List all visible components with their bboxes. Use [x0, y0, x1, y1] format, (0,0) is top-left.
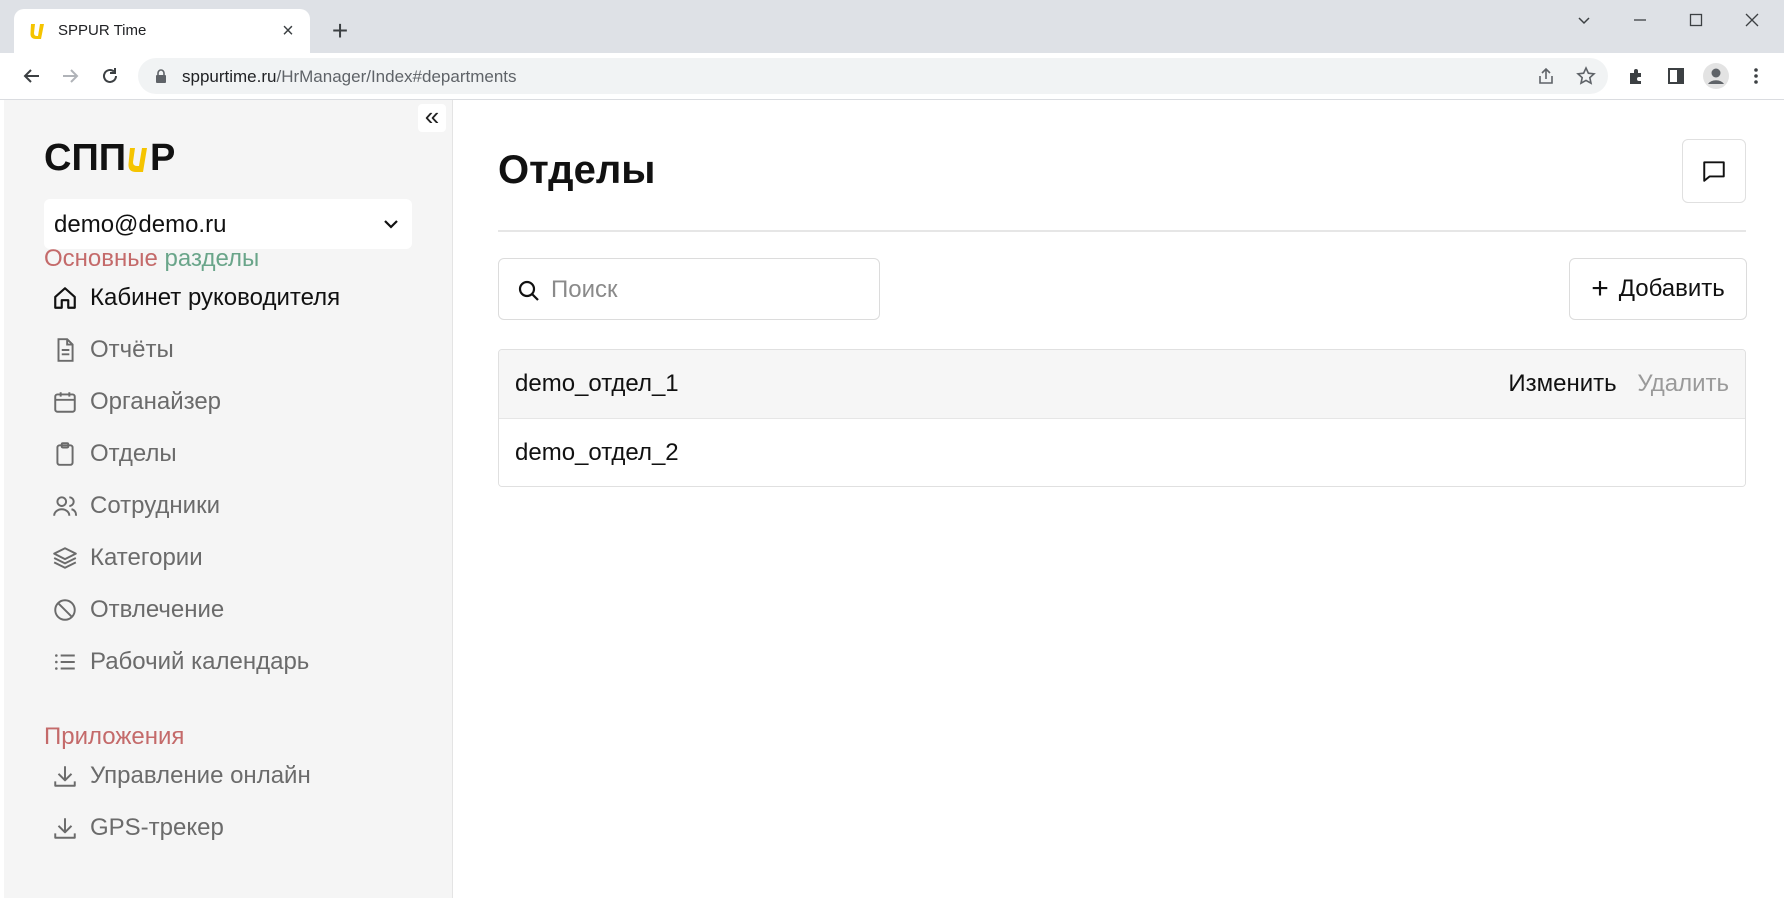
layers-icon	[53, 547, 77, 569]
edit-link[interactable]: Изменить	[1508, 370, 1616, 397]
section-title-apps: Приложения	[44, 723, 185, 750]
sidebar-item-label: Рабочий календарь	[90, 648, 310, 675]
url-path: /HrManager/Index#departments	[276, 67, 517, 86]
browser-tab[interactable]: SPPUR Time ×	[14, 9, 310, 53]
chat-button[interactable]	[1682, 139, 1746, 203]
maximize-icon[interactable]	[1668, 0, 1724, 40]
document-icon	[57, 338, 74, 362]
bookmark-star-icon[interactable]	[1576, 66, 1596, 86]
collapse-sidebar-icon[interactable]: «	[418, 103, 446, 132]
department-name: demo_отдел_2	[515, 439, 679, 466]
home-icon	[54, 287, 76, 309]
app-page: « СПП Р demo@demo.ru Основные разделы Ка…	[4, 100, 1782, 898]
sidebar-item-distraction[interactable]: Отвлечение	[52, 590, 224, 630]
search-box[interactable]	[498, 258, 880, 320]
extensions-icon[interactable]	[1622, 62, 1650, 90]
lock-icon	[156, 69, 166, 83]
clipboard-icon	[56, 442, 74, 466]
tab-search-icon[interactable]	[1556, 0, 1612, 40]
forward-arrow-icon[interactable]	[56, 62, 84, 90]
sidebar-item-work-calendar[interactable]: Рабочий календарь	[52, 642, 309, 682]
list-icon	[55, 654, 75, 670]
table-row[interactable]: demo_отдел_2	[499, 419, 1745, 486]
sidebar-item-label: Отчёты	[90, 336, 174, 363]
sppur-favicon-icon	[30, 24, 44, 39]
row-actions: Изменить Удалить	[1508, 370, 1729, 398]
address-bar[interactable]: sppurtime.ru/HrManager/Index#departments	[138, 58, 1608, 94]
sidebar-item-label: Органайзер	[90, 388, 222, 415]
department-name: demo_отдел_1	[515, 370, 679, 397]
sidebar-item-label: Управление онлайн	[90, 762, 311, 789]
share-icon[interactable]	[1536, 67, 1556, 87]
main-content: Отделы + Добавить demo_отдел_1 Изменить …	[453, 100, 1782, 898]
sidebar-item-employees[interactable]: Сотрудники	[52, 486, 220, 526]
ban-icon	[54, 599, 76, 621]
page-title: Отделы	[498, 148, 656, 192]
sidebar-item-departments[interactable]: Отделы	[52, 434, 177, 474]
departments-table: demo_отдел_1 Изменить Удалить demo_отдел…	[498, 349, 1746, 487]
delete-link[interactable]: Удалить	[1637, 370, 1729, 397]
account-dropdown[interactable]: demo@demo.ru	[44, 199, 412, 249]
browser-toolbar: sppurtime.ru/HrManager/Index#departments	[0, 53, 1784, 100]
sidebar-item-reports[interactable]: Отчёты	[52, 330, 174, 370]
menu-kebab-icon[interactable]	[1742, 62, 1770, 90]
tab-close-icon[interactable]: ×	[276, 19, 300, 43]
url-text: sppurtime.ru/HrManager/Index#departments	[182, 67, 517, 87]
section-title-main-part1: Основные	[44, 245, 158, 272]
svg-text:Р: Р	[150, 138, 175, 178]
account-email: demo@demo.ru	[54, 211, 227, 238]
side-panel-icon[interactable]	[1662, 62, 1690, 90]
url-host: sppurtime.ru	[182, 67, 277, 86]
header-divider	[498, 230, 1746, 232]
sppur-logo: СПП Р	[44, 138, 175, 178]
sidebar-item-label: Отделы	[90, 440, 177, 467]
download-icon	[54, 766, 76, 787]
sidebar-item-dashboard[interactable]: Кабинет руководителя	[52, 278, 340, 318]
plus-icon: +	[1591, 272, 1609, 305]
sidebar-item-gps-tracker[interactable]: GPS-трекер	[52, 808, 224, 848]
chevron-down-icon	[384, 220, 398, 229]
chat-icon	[1703, 161, 1725, 182]
sidebar-item-label: Категории	[90, 544, 203, 571]
profile-avatar-icon[interactable]	[1702, 62, 1730, 90]
sidebar-item-online-control[interactable]: Управление онлайн	[52, 756, 311, 796]
sidebar-item-organizer[interactable]: Органайзер	[52, 382, 221, 422]
sidebar-item-label: Сотрудники	[90, 492, 220, 519]
svg-text:СПП: СПП	[44, 138, 126, 178]
new-tab-button[interactable]: +	[326, 17, 354, 46]
table-row[interactable]: demo_отдел_1 Изменить Удалить	[499, 350, 1745, 419]
tab-title: SPPUR Time	[58, 22, 147, 39]
users-icon	[53, 496, 77, 516]
minimize-icon[interactable]	[1612, 0, 1668, 40]
sidebar-item-label: Кабинет руководителя	[90, 284, 341, 311]
browser-window: SPPUR Time × + sppurtime.ru/HrManager/In…	[0, 0, 1784, 898]
close-window-icon[interactable]	[1724, 0, 1780, 40]
reload-icon[interactable]	[96, 62, 124, 90]
back-arrow-icon[interactable]	[18, 62, 46, 90]
add-department-button[interactable]: + Добавить	[1569, 258, 1747, 320]
download-icon	[54, 818, 76, 839]
search-icon	[518, 280, 539, 301]
calendar-icon	[54, 392, 76, 413]
sidebar: « СПП Р demo@demo.ru Основные разделы Ка…	[4, 100, 453, 898]
tab-strip: SPPUR Time × +	[0, 0, 1784, 53]
search-input[interactable]	[549, 272, 863, 308]
section-title-main-part2: разделы	[157, 245, 260, 272]
sidebar-item-categories[interactable]: Категории	[52, 538, 203, 578]
sidebar-item-label: GPS-трекер	[90, 814, 224, 841]
add-button-label: Добавить	[1618, 275, 1725, 302]
section-title-main: Основные разделы	[44, 245, 259, 273]
sidebar-item-label: Отвлечение	[90, 596, 225, 623]
